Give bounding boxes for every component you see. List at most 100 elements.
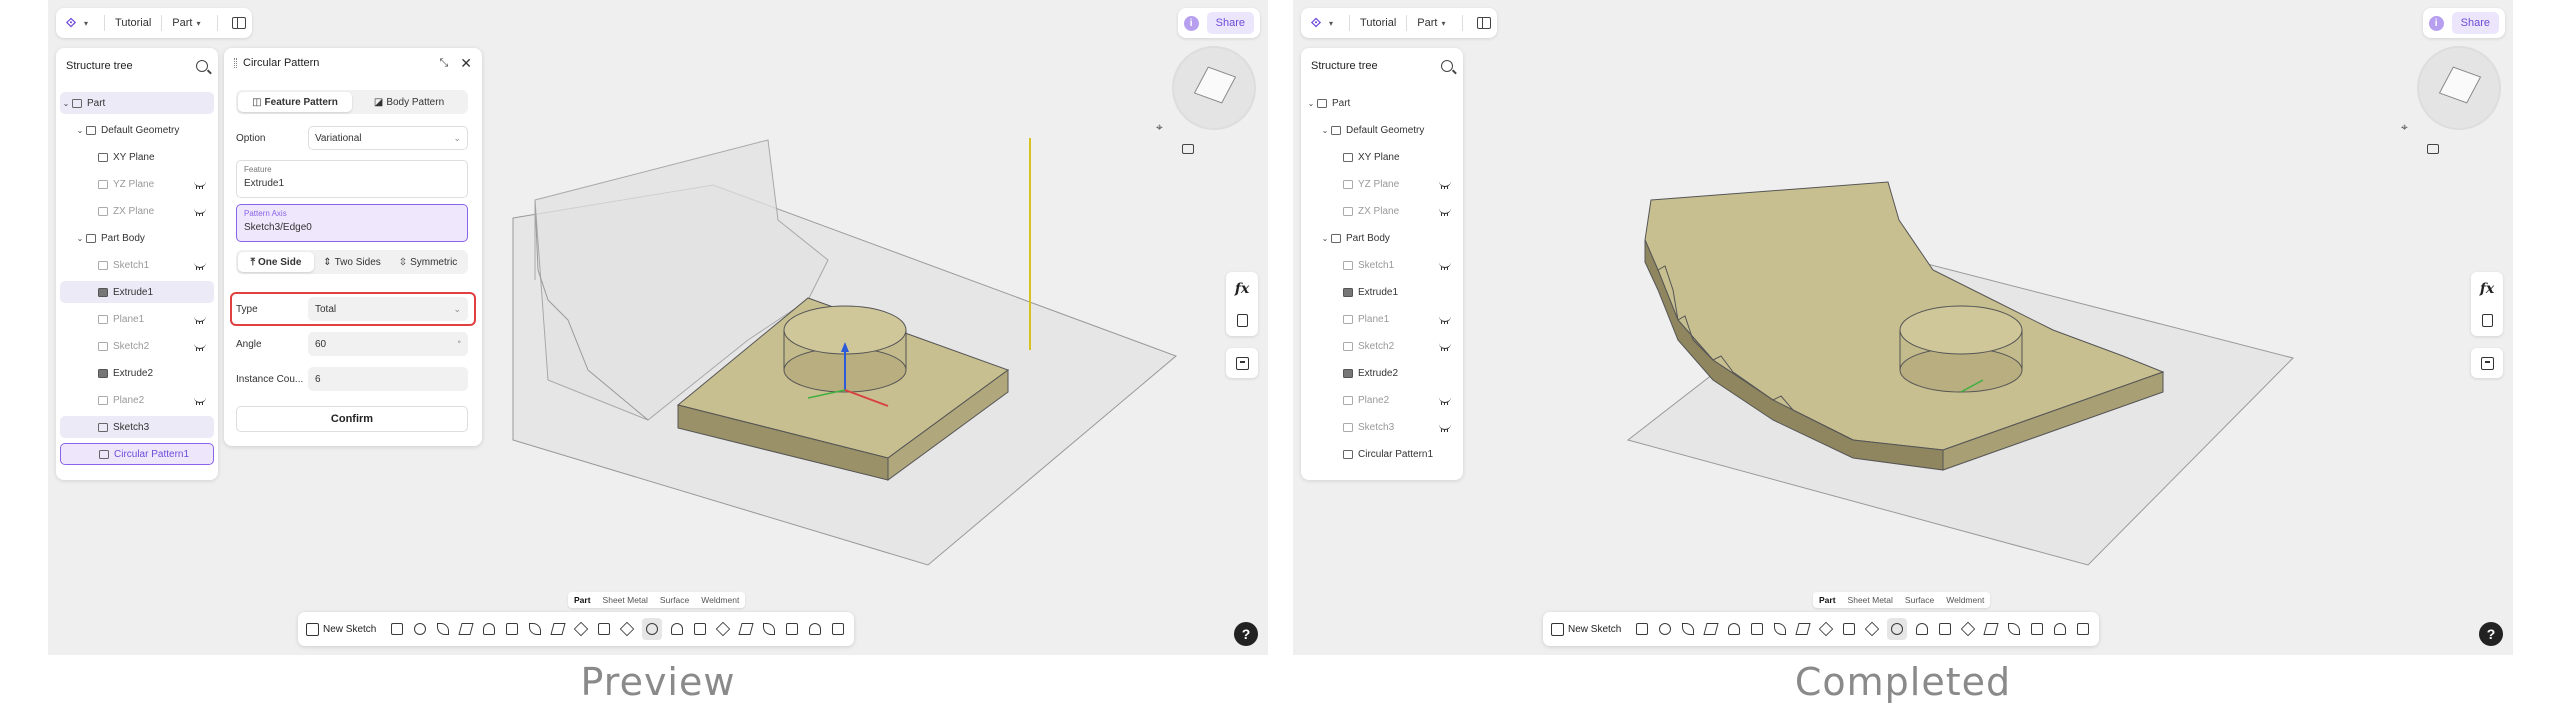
chevron-down-icon[interactable]: ⌄ bbox=[1321, 126, 1329, 135]
rib-icon[interactable] bbox=[481, 621, 497, 637]
loft-icon[interactable] bbox=[458, 621, 474, 637]
chevron-down-icon[interactable]: ▾ bbox=[84, 19, 88, 28]
measure-icon[interactable] bbox=[2052, 621, 2068, 637]
tree-item-yz-plane[interactable]: YZ Plane bbox=[60, 173, 214, 195]
draft-icon[interactable] bbox=[573, 621, 589, 637]
shell-icon[interactable] bbox=[596, 621, 612, 637]
breadcrumb-project[interactable]: Tutorial bbox=[115, 17, 151, 29]
new-sketch-button[interactable]: New Sketch bbox=[1551, 622, 1627, 636]
tree-item-extrude1[interactable]: Extrude1 bbox=[1305, 281, 1459, 303]
clipboard-icon[interactable] bbox=[1236, 314, 1248, 328]
tree-item-sketch1[interactable]: Sketch1 bbox=[1305, 254, 1459, 276]
fillet-icon[interactable] bbox=[1772, 621, 1788, 637]
calculator-icon[interactable] bbox=[2480, 356, 2494, 370]
viewport-3d[interactable] bbox=[1293, 0, 2513, 655]
chevron-down-icon[interactable]: ⌄ bbox=[62, 99, 70, 108]
tree-item-zx-plane[interactable]: ZX Plane bbox=[1305, 200, 1459, 222]
eye-hidden-icon[interactable] bbox=[194, 181, 206, 189]
revolve-icon[interactable] bbox=[1657, 621, 1673, 637]
eye-hidden-icon[interactable] bbox=[194, 397, 206, 405]
tree-item-plane1[interactable]: Plane1 bbox=[1305, 308, 1459, 330]
confirm-button[interactable]: Confirm bbox=[236, 406, 468, 432]
formula-icon[interactable]: fx bbox=[1235, 281, 1249, 297]
camera-icon[interactable] bbox=[2427, 144, 2439, 154]
tree-item-extrude1[interactable]: Extrude1 bbox=[60, 281, 214, 303]
chevron-down-icon[interactable]: ▾ bbox=[1441, 19, 1445, 28]
mirror-icon[interactable] bbox=[1937, 621, 1953, 637]
view-cube[interactable]: ⌖ bbox=[1156, 44, 1258, 154]
option-select[interactable]: Variational ⌄ bbox=[308, 126, 468, 150]
more-tools-icon[interactable] bbox=[2075, 621, 2091, 637]
chevron-down-icon[interactable]: ⌄ bbox=[1307, 99, 1315, 108]
fit-view-icon[interactable]: ⌖ bbox=[2401, 120, 2408, 135]
eye-hidden-icon[interactable] bbox=[1439, 181, 1451, 189]
tab-weldment[interactable]: Weldment bbox=[695, 592, 745, 608]
clipboard-icon[interactable] bbox=[2481, 314, 2493, 328]
tree-item-sketch3[interactable]: Sketch3 bbox=[60, 416, 214, 438]
tab-sheet-metal[interactable]: Sheet Metal bbox=[597, 592, 654, 608]
tab-one-side[interactable]: ⤒ One Side bbox=[238, 252, 314, 272]
tab-part[interactable]: Part bbox=[568, 592, 597, 608]
tab-two-sides[interactable]: ⇕ Two Sides bbox=[314, 252, 390, 272]
info-icon[interactable]: i bbox=[1183, 15, 1199, 31]
eye-hidden-icon[interactable] bbox=[1439, 424, 1451, 432]
revolve-icon[interactable] bbox=[412, 621, 428, 637]
tree-item-part-body[interactable]: ⌄ Part Body bbox=[1305, 227, 1459, 249]
breadcrumb-project[interactable]: Tutorial bbox=[1360, 17, 1396, 29]
thicken-icon[interactable] bbox=[619, 621, 635, 637]
help-button[interactable]: ? bbox=[1234, 622, 1258, 646]
tree-item-default-geometry[interactable]: ⌄ Default Geometry bbox=[1305, 119, 1459, 141]
tab-symmetric[interactable]: ⇳ Symmetric bbox=[390, 252, 466, 272]
chamfer-icon[interactable] bbox=[550, 621, 566, 637]
type-select[interactable]: Total ⌄ bbox=[308, 297, 468, 321]
fit-view-icon[interactable]: ⌖ bbox=[1156, 120, 1163, 135]
split-icon[interactable] bbox=[738, 621, 754, 637]
tree-item-sketch1[interactable]: Sketch1 bbox=[60, 254, 214, 276]
eye-hidden-icon[interactable] bbox=[194, 208, 206, 216]
tree-item-sketch2[interactable]: Sketch2 bbox=[1305, 335, 1459, 357]
breadcrumb-document[interactable]: Part bbox=[1417, 17, 1437, 29]
eye-hidden-icon[interactable] bbox=[1439, 397, 1451, 405]
tab-surface[interactable]: Surface bbox=[1899, 592, 1940, 608]
eye-hidden-icon[interactable] bbox=[194, 343, 206, 351]
collapse-icon[interactable]: ⤡ bbox=[439, 57, 448, 70]
tree-item-part[interactable]: ⌄ Part bbox=[60, 92, 214, 114]
draft-icon[interactable] bbox=[1818, 621, 1834, 637]
tree-item-yz-plane[interactable]: YZ Plane bbox=[1305, 173, 1459, 195]
tab-body-pattern[interactable]: ◪ Body Pattern bbox=[352, 92, 466, 112]
calculator-icon[interactable] bbox=[1235, 356, 1249, 370]
share-button[interactable]: Share bbox=[1206, 12, 1254, 34]
measure-icon[interactable] bbox=[807, 621, 823, 637]
extrude-icon[interactable] bbox=[1634, 621, 1650, 637]
boolean-icon[interactable] bbox=[715, 621, 731, 637]
chevron-down-icon[interactable]: ▾ bbox=[1329, 19, 1333, 28]
panel-toggle-icon[interactable] bbox=[1476, 17, 1491, 29]
thicken-icon[interactable] bbox=[1864, 621, 1880, 637]
more-tools-icon[interactable] bbox=[830, 621, 846, 637]
info-icon[interactable]: i bbox=[2428, 15, 2444, 31]
datum-icon[interactable] bbox=[784, 621, 800, 637]
tree-item-extrude2[interactable]: Extrude2 bbox=[60, 362, 214, 384]
formula-icon[interactable]: fx bbox=[2480, 281, 2494, 297]
app-logo-icon[interactable]: ⟐ bbox=[1307, 14, 1325, 32]
sweep-icon[interactable] bbox=[1680, 621, 1696, 637]
mirror-icon[interactable] bbox=[692, 621, 708, 637]
eye-hidden-icon[interactable] bbox=[1439, 316, 1451, 324]
instance-count-input[interactable]: 6 bbox=[308, 367, 468, 391]
app-logo-icon[interactable]: ⟐ bbox=[62, 14, 80, 32]
chevron-down-icon[interactable]: ⌄ bbox=[76, 234, 84, 243]
feature-field[interactable]: Feature Extrude1 bbox=[236, 160, 468, 198]
eye-hidden-icon[interactable] bbox=[194, 262, 206, 270]
drag-handle-icon[interactable] bbox=[234, 58, 237, 68]
hole-icon[interactable] bbox=[504, 621, 520, 637]
tree-item-plane2[interactable]: Plane2 bbox=[1305, 389, 1459, 411]
transform-icon[interactable] bbox=[761, 621, 777, 637]
circular-pattern-icon[interactable] bbox=[642, 618, 663, 640]
tree-item-plane1[interactable]: Plane1 bbox=[60, 308, 214, 330]
search-icon[interactable] bbox=[1441, 60, 1453, 72]
boolean-icon[interactable] bbox=[1960, 621, 1976, 637]
tree-item-extrude2[interactable]: Extrude2 bbox=[1305, 362, 1459, 384]
search-icon[interactable] bbox=[196, 60, 208, 72]
tree-item-part[interactable]: ⌄ Part bbox=[1305, 92, 1459, 114]
tree-item-sketch2[interactable]: Sketch2 bbox=[60, 335, 214, 357]
